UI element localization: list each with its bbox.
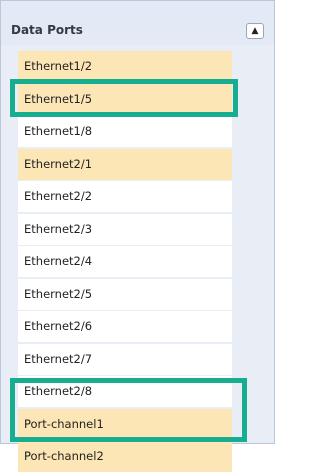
triangle-up-icon: ▲ bbox=[251, 26, 259, 36]
collapse-button[interactable]: ▲ bbox=[246, 23, 264, 39]
data-ports-panel: Data Ports ▲ Ethernet1/2 Ethernet1/5 Ether… bbox=[0, 0, 275, 472]
port-item[interactable]: Ethernet2/6 bbox=[18, 311, 232, 342]
panel-header: Data Ports ▲ bbox=[1, 1, 274, 45]
port-item[interactable]: Ethernet1/2 bbox=[18, 51, 232, 82]
panel-title: Data Ports bbox=[11, 23, 83, 37]
port-item[interactable]: Ethernet2/3 bbox=[18, 213, 232, 245]
port-item[interactable]: Ethernet1/5 bbox=[18, 83, 232, 115]
port-item[interactable]: Ethernet2/1 bbox=[18, 148, 232, 180]
port-item[interactable]: Port-channel1 bbox=[18, 408, 232, 440]
port-item[interactable]: Ethernet1/8 bbox=[18, 116, 232, 147]
port-item[interactable]: Ethernet2/2 bbox=[18, 181, 232, 212]
port-item[interactable]: Ethernet2/4 bbox=[18, 246, 232, 277]
port-item[interactable]: Port-channel2 bbox=[18, 441, 232, 472]
port-list: Ethernet1/2 Ethernet1/5 Ethernet1/8 Etherne… bbox=[18, 51, 232, 474]
port-item[interactable]: Ethernet2/5 bbox=[18, 278, 232, 310]
port-item[interactable]: Ethernet2/7 bbox=[18, 343, 232, 375]
port-item[interactable]: Ethernet2/8 bbox=[18, 376, 232, 407]
